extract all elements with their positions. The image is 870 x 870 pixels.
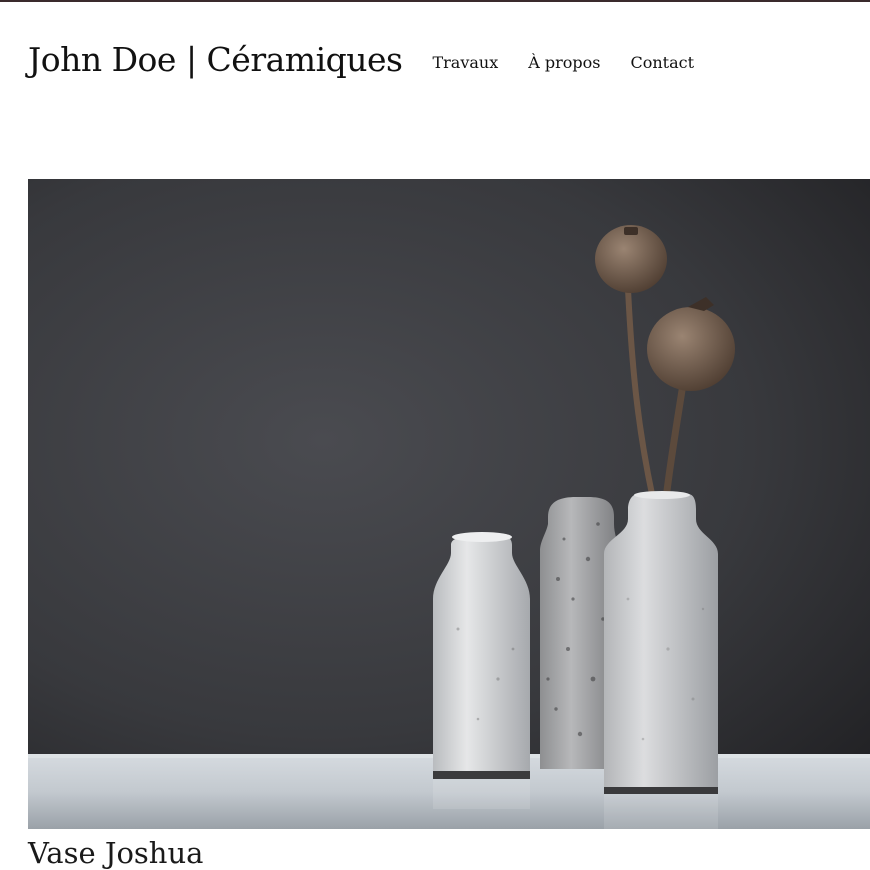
site-header: John Doe | Céramiques Travaux À propos C… xyxy=(28,34,724,84)
ceramic-vases-photo xyxy=(28,179,870,829)
nav-link-travaux[interactable]: Travaux xyxy=(432,53,498,72)
image-caption: Vase Joshua xyxy=(28,836,204,870)
top-border xyxy=(0,0,870,2)
main-nav: Travaux À propos Contact xyxy=(432,53,724,72)
nav-link-a-propos[interactable]: À propos xyxy=(528,53,600,72)
site-title[interactable]: John Doe | Céramiques xyxy=(28,40,403,79)
nav-link-contact[interactable]: Contact xyxy=(630,53,694,72)
hero-image[interactable] xyxy=(28,179,870,829)
